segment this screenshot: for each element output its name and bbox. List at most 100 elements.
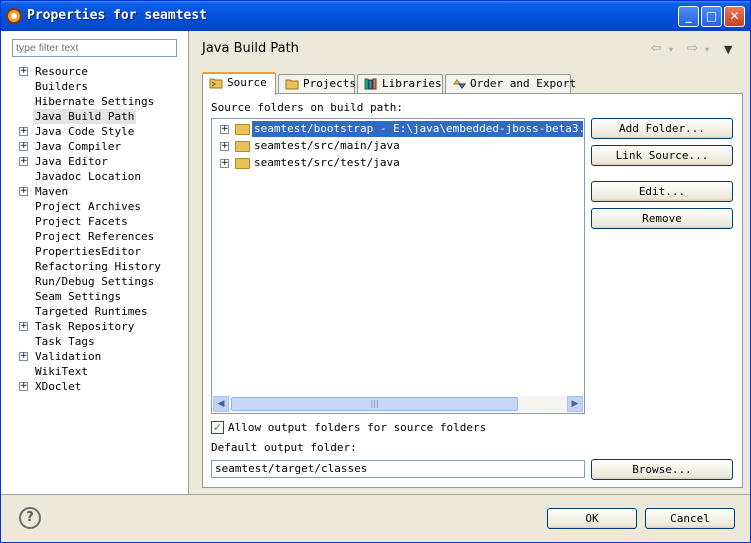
add-folder-button[interactable]: Add Folder... [591, 118, 733, 139]
tree-item-label: Java Editor [35, 155, 108, 168]
tree-item[interactable]: + Task Repository [1, 319, 189, 334]
tree-item-label: Targeted Runtimes [35, 305, 148, 318]
remove-button[interactable]: Remove [591, 208, 733, 229]
package-folder-icon [235, 124, 250, 135]
source-folder-label: seamtest/bootstrap - E:\java\embedded-jb… [252, 121, 583, 137]
dialog-footer: ? OK Cancel [1, 494, 750, 542]
tree-item[interactable]: + Validation [1, 349, 189, 364]
eclipse-icon [6, 8, 22, 24]
tree-item[interactable]: Builders [1, 79, 189, 94]
filter-input[interactable] [12, 39, 177, 57]
tree-item[interactable]: Java Build Path [1, 109, 189, 124]
browse-button[interactable]: Browse... [591, 459, 733, 480]
tree-item[interactable]: WikiText [1, 364, 189, 379]
tree-item-label: Run/Debug Settings [35, 275, 155, 288]
expand-icon[interactable]: + [19, 67, 28, 76]
expand-icon[interactable]: + [220, 142, 229, 151]
tree-item-label: WikiText [35, 365, 88, 378]
source-folder-item[interactable]: + seamtest/bootstrap - E:\java\embedded-… [212, 121, 583, 137]
libraries-icon [364, 78, 377, 90]
help-icon[interactable]: ? [19, 507, 41, 529]
tab-libraries[interactable]: Libraries [357, 74, 443, 94]
source-folder-icon [209, 78, 223, 89]
ok-button[interactable]: OK [547, 508, 637, 529]
forward-icon[interactable]: ⇨ [687, 41, 698, 56]
expand-icon[interactable]: + [19, 322, 28, 331]
tree-item-label: Project Facets [35, 215, 128, 228]
tree-item-label: XDoclet [35, 380, 82, 393]
tree-item-label: Java Build Path [33, 109, 137, 124]
tree-item[interactable]: + XDoclet [1, 379, 189, 394]
scroll-right-icon[interactable]: ▶ [567, 396, 583, 412]
tree-item[interactable]: + Java Compiler [1, 139, 189, 154]
tree-item-label: Task Repository [35, 320, 135, 333]
expand-icon[interactable]: + [19, 157, 28, 166]
properties-dialog: Properties for seamtest _ □ ✕ + Resource B… [0, 0, 751, 543]
tree-item-label: Refactoring History [35, 260, 161, 273]
view-menu-icon[interactable]: ▼ [724, 43, 732, 56]
tree-item[interactable]: Seam Settings [1, 289, 189, 304]
tab-source-label: Source [227, 76, 267, 89]
tab-source[interactable]: Source [202, 72, 276, 95]
source-folder-label: seamtest/src/test/java [254, 156, 400, 169]
tree-item-label: Validation [35, 350, 102, 363]
page-header: Java Build Path ⇦ ▾ ⇨ ▾ ▼ [191, 31, 750, 69]
tree-item-label: Java Compiler [35, 140, 122, 153]
projects-icon [285, 79, 299, 90]
close-button[interactable]: ✕ [724, 6, 745, 27]
horizontal-scrollbar[interactable]: ◀ ||| ▶ [213, 396, 583, 412]
package-folder-icon [235, 158, 250, 169]
tab-projects[interactable]: Projects [278, 74, 356, 94]
allow-output-folders-checkbox[interactable]: ✓ [211, 421, 224, 434]
maximize-button[interactable]: □ [701, 6, 722, 27]
tree-item[interactable]: + Resource [1, 64, 189, 79]
expand-icon[interactable]: + [19, 127, 28, 136]
tree-item[interactable]: Project Archives [1, 199, 189, 214]
expand-icon[interactable]: + [19, 352, 28, 361]
title-bar[interactable]: Properties for seamtest _ □ ✕ [1, 1, 750, 31]
tab-libraries-label: Libraries [382, 77, 442, 90]
tree-item[interactable]: Targeted Runtimes [1, 304, 189, 319]
link-source-button[interactable]: Link Source... [591, 145, 733, 166]
expand-icon[interactable]: + [19, 382, 28, 391]
tree-item[interactable]: + Java Editor [1, 154, 189, 169]
cancel-button[interactable]: Cancel [645, 508, 735, 529]
tree-item-label: Seam Settings [35, 290, 122, 303]
tree-item[interactable]: Javadoc Location [1, 169, 189, 184]
source-folders-list[interactable]: + seamtest/bootstrap - E:\java\embedded-… [211, 118, 585, 414]
tree-item-label: Project References [35, 230, 155, 243]
tree-item[interactable]: Refactoring History [1, 259, 189, 274]
default-output-folder-label: Default output folder: [211, 441, 357, 454]
tree-item[interactable]: Project Facets [1, 214, 189, 229]
tree-item[interactable]: Task Tags [1, 334, 189, 349]
tree-item-label: Project Archives [35, 200, 141, 213]
tree-item[interactable]: Hibernate Settings [1, 94, 189, 109]
tree-item[interactable]: + Maven [1, 184, 189, 199]
forward-menu-icon[interactable]: ▾ [705, 45, 709, 54]
tree-item-label: Builders [35, 80, 88, 93]
tree-item[interactable]: Project References [1, 229, 189, 244]
expand-icon[interactable]: + [19, 187, 28, 196]
order-export-icon [453, 79, 466, 89]
minimize-button[interactable]: _ [678, 6, 699, 27]
allow-output-folders-label: Allow output folders for source folders [228, 421, 487, 434]
back-icon[interactable]: ⇦ [651, 41, 662, 56]
tab-order-export[interactable]: Order and Export [445, 74, 576, 94]
scroll-left-icon[interactable]: ◀ [213, 396, 229, 412]
tree-item-label: Javadoc Location [35, 170, 141, 183]
tree-item-label: Java Code Style [35, 125, 135, 138]
scroll-thumb[interactable]: ||| [231, 397, 518, 411]
tree-item[interactable]: PropertiesEditor [1, 244, 189, 259]
expand-icon[interactable]: + [220, 159, 229, 168]
edit-button[interactable]: Edit... [591, 181, 733, 202]
tab-order-export-label: Order and Export [470, 77, 576, 90]
page-title: Java Build Path [202, 41, 299, 56]
expand-icon[interactable]: + [220, 125, 229, 134]
expand-icon[interactable]: + [19, 142, 28, 151]
back-menu-icon[interactable]: ▾ [669, 45, 673, 54]
tree-item[interactable]: + Java Code Style [1, 124, 189, 139]
properties-nav-panel: +ResourceBuildersHibernate SettingsJava … [1, 31, 189, 494]
tree-item-label: PropertiesEditor [35, 245, 141, 258]
default-output-folder-field[interactable]: seamtest/target/classes [211, 460, 585, 478]
tree-item[interactable]: Run/Debug Settings [1, 274, 189, 289]
